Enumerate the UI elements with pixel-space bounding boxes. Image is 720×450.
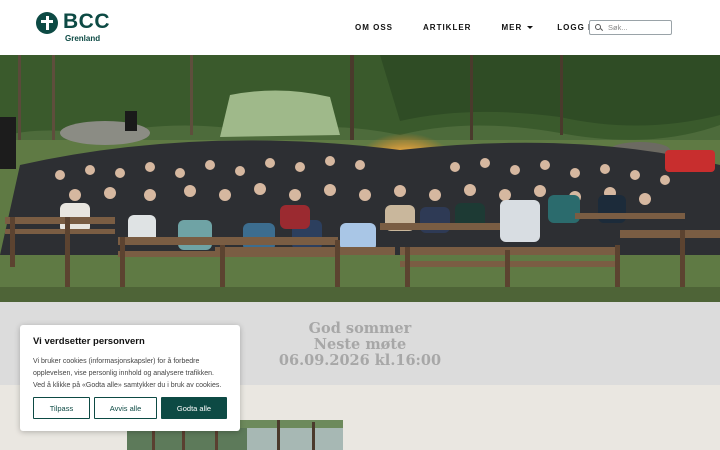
customize-button[interactable]: Tilpass xyxy=(33,397,90,419)
site-header: BCC Grenland OM OSS ARTIKLER MER LOGG IN… xyxy=(0,0,720,55)
cookie-consent-dialog: Vi verdsetter personvern Vi bruker cooki… xyxy=(20,325,240,431)
accept-all-button[interactable]: Godta alle xyxy=(161,397,227,419)
brand-subtitle: Grenland xyxy=(65,34,101,43)
search-box[interactable] xyxy=(589,20,672,35)
nav-item-mer-label: MER xyxy=(501,23,523,32)
cookie-dialog-text: Vi bruker cookies (informasjonskapsler) … xyxy=(33,356,227,392)
search-input[interactable] xyxy=(608,23,670,32)
cookie-dialog-title: Vi verdsetter personvern xyxy=(33,336,145,347)
brand-name: BCC xyxy=(63,10,110,33)
cross-logo-icon xyxy=(36,12,58,34)
cookie-text-line-2: opplevelsen, vise personlig innhold og a… xyxy=(33,370,214,377)
hero-image xyxy=(0,55,720,302)
cookie-text-line-3: Ved å klikke på «Godta alle» samtykker d… xyxy=(33,382,222,389)
cookie-text-line-1: Vi bruker cookies (informasjonskapsler) … xyxy=(33,358,200,365)
nav-item-om-oss[interactable]: OM OSS xyxy=(355,23,393,32)
search-icon xyxy=(595,23,604,32)
chevron-down-icon xyxy=(527,26,534,29)
brand-logo[interactable]: BCC Grenland xyxy=(36,11,110,44)
nav-item-mer[interactable]: MER xyxy=(501,23,534,32)
reject-all-button[interactable]: Avvis alle xyxy=(94,397,157,419)
nav-item-artikler[interactable]: ARTIKLER xyxy=(423,23,471,32)
